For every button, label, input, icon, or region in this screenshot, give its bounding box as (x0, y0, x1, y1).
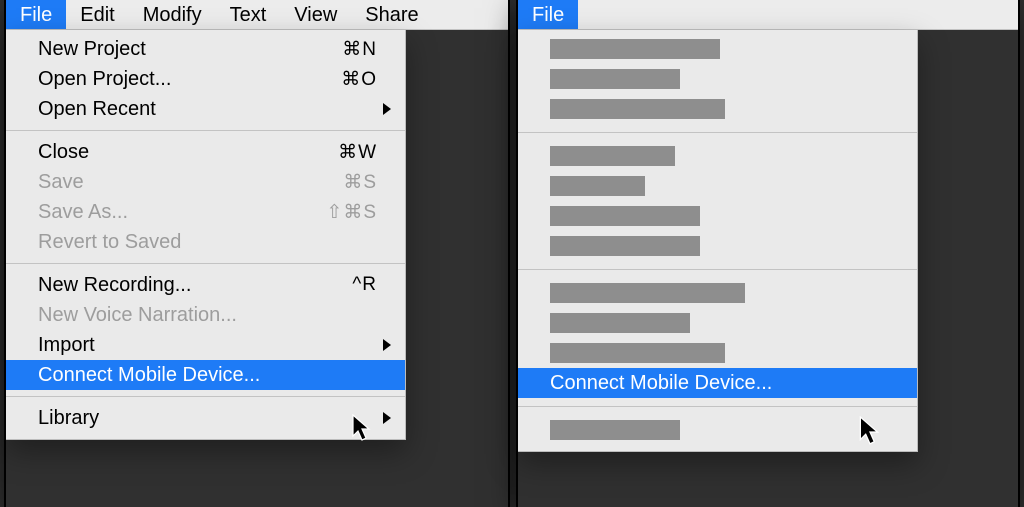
menu-separator (6, 263, 405, 264)
menu-item-label: New Voice Narration... (38, 304, 237, 327)
menu-item-shortcut: ⌘O (341, 68, 377, 91)
menu-item-placeholder[interactable] (518, 231, 917, 261)
menu-item-revert-to-saved: Revert to Saved (6, 227, 405, 257)
menu-separator (518, 269, 917, 270)
menu-item-label: Open Recent (38, 98, 156, 121)
submenu-arrow-icon (383, 412, 391, 424)
redacted-label-placeholder (550, 420, 680, 440)
menu-item-library[interactable]: Library (6, 403, 405, 433)
menu-item-placeholder[interactable] (518, 64, 917, 94)
menu-separator (518, 132, 917, 133)
menu-item-label: Import (38, 334, 95, 357)
menu-separator (518, 406, 917, 407)
redacted-label-placeholder (550, 146, 675, 166)
redacted-label-placeholder (550, 236, 700, 256)
menu-item-shortcut: ⌘N (342, 38, 377, 61)
redacted-label-placeholder (550, 283, 745, 303)
redacted-label-placeholder (550, 343, 725, 363)
menu-item-placeholder[interactable] (518, 278, 917, 308)
menu-item-placeholder[interactable] (518, 141, 917, 171)
menu-item-shortcut: ⌘S (343, 171, 377, 194)
menu-item-connect-mobile-device[interactable]: Connect Mobile Device... (6, 360, 405, 390)
menu-item-label: Save As... (38, 201, 128, 224)
menu-item-placeholder[interactable] (518, 34, 917, 64)
redacted-label-placeholder (550, 176, 645, 196)
redacted-label-placeholder (550, 39, 720, 59)
menu-item-shortcut: ⌘W (338, 141, 377, 164)
menu-item-placeholder[interactable] (518, 201, 917, 231)
menu-item-save: Save ⌘S (6, 167, 405, 197)
menu-item-new-voice-narration: New Voice Narration... (6, 300, 405, 330)
menu-item-label: Connect Mobile Device... (550, 372, 772, 395)
submenu-arrow-icon (383, 339, 391, 351)
menu-item-label: New Recording... (38, 274, 191, 297)
menu-item-label: New Project (38, 38, 146, 61)
screenshot-right: File Connect Mobile Device... (518, 0, 1018, 507)
menu-item-placeholder[interactable] (518, 171, 917, 201)
menu-item-open-project[interactable]: Open Project... ⌘O (6, 64, 405, 94)
menu-item-label: Connect Mobile Device... (38, 364, 260, 387)
menu-item-label: Library (38, 407, 99, 430)
menu-title-edit[interactable]: Edit (66, 0, 128, 29)
menu-item-close[interactable]: Close ⌘W (6, 137, 405, 167)
redacted-label-placeholder (550, 313, 690, 333)
file-menu-dropdown-redacted: Connect Mobile Device... (518, 30, 918, 452)
menu-item-label: Revert to Saved (38, 231, 181, 254)
menubar: File (518, 0, 1018, 30)
menu-title-share[interactable]: Share (351, 0, 432, 29)
menu-item-placeholder[interactable] (518, 415, 917, 445)
submenu-arrow-icon (383, 103, 391, 115)
menu-title-view[interactable]: View (280, 0, 351, 29)
menu-title-text[interactable]: Text (216, 0, 281, 29)
menubar: File Edit Modify Text View Share (6, 0, 508, 30)
menu-item-shortcut: ^R (352, 274, 377, 296)
menu-item-open-recent[interactable]: Open Recent (6, 94, 405, 124)
redacted-label-placeholder (550, 99, 725, 119)
redacted-label-placeholder (550, 69, 680, 89)
menu-title-file[interactable]: File (518, 0, 578, 29)
menu-item-label: Close (38, 141, 89, 164)
file-menu-dropdown: New Project ⌘N Open Project... ⌘O Open R… (6, 30, 406, 440)
menu-item-new-recording[interactable]: New Recording... ^R (6, 270, 405, 300)
menu-item-placeholder[interactable] (518, 308, 917, 338)
menu-item-label: Save (38, 171, 84, 194)
menu-separator (6, 396, 405, 397)
menu-item-save-as: Save As... ⇧⌘S (6, 197, 405, 227)
screenshot-left: File Edit Modify Text View Share New Pro… (6, 0, 508, 507)
menu-separator (6, 130, 405, 131)
menu-item-connect-mobile-device[interactable]: Connect Mobile Device... (518, 368, 917, 398)
menu-item-label: Open Project... (38, 68, 171, 91)
menu-item-shortcut: ⇧⌘S (326, 201, 377, 224)
menu-item-placeholder[interactable] (518, 94, 917, 124)
menu-item-new-project[interactable]: New Project ⌘N (6, 34, 405, 64)
menu-item-placeholder[interactable] (518, 338, 917, 368)
menu-item-import[interactable]: Import (6, 330, 405, 360)
menu-title-modify[interactable]: Modify (129, 0, 216, 29)
redacted-label-placeholder (550, 206, 700, 226)
menu-title-file[interactable]: File (6, 0, 66, 29)
